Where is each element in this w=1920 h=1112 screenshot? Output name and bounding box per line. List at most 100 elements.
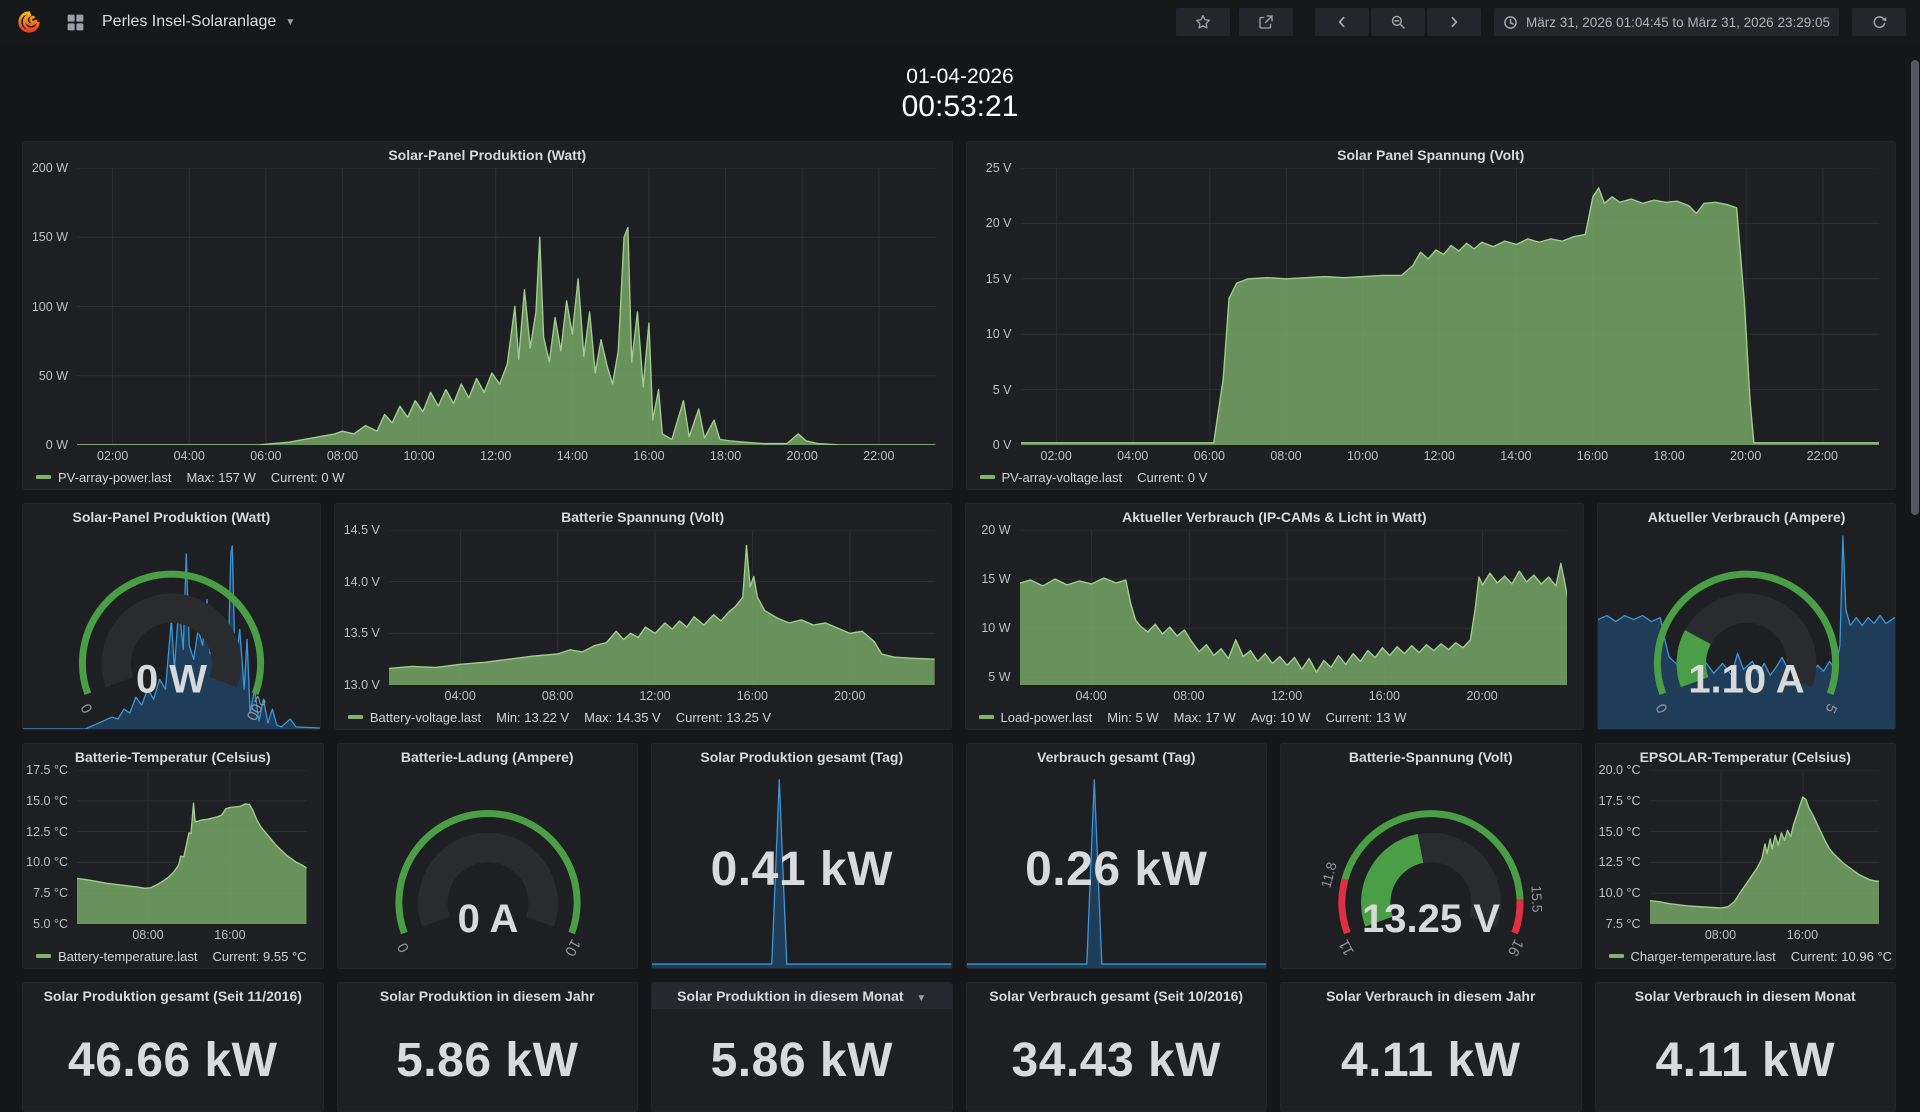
y-tick-label: 14.5 V xyxy=(343,523,380,537)
panel-title[interactable]: Aktueller Verbrauch (Ampere) xyxy=(1598,504,1895,530)
panel-title[interactable]: Solar Produktion gesamt (Seit 11/2016) xyxy=(23,983,323,1009)
legend-stat: Avg: 10 W xyxy=(1250,709,1311,725)
panel-title[interactable]: Verbrauch gesamt (Tag) xyxy=(967,744,1267,770)
clock-time: 00:53:21 xyxy=(901,90,1019,123)
panel-solar-panel-produktion-watt: Solar-Panel Produktion (Watt) 0 W 50 W 100… xyxy=(22,141,953,490)
dashboard-row-1: Solar-Panel Produktion (Watt) 0 W 50 W 100… xyxy=(22,141,1896,490)
y-tick-label: 10 V xyxy=(985,327,1012,342)
panel-gauge-aktueller-verbrauch-ampere: Aktueller Verbrauch (Ampere) 0 5 1.10 A xyxy=(1597,503,1896,730)
dashboard-title-picker[interactable]: Perles Insel-Solaranlage ▼ xyxy=(102,13,295,31)
svg-text:13.25 V: 13.25 V xyxy=(1362,897,1500,941)
y-tick-label: 50 W xyxy=(38,368,68,383)
legend-series-name[interactable]: Charger-temperature.last xyxy=(1631,949,1776,964)
panel-title[interactable]: Batterie-Spannung (Volt) xyxy=(1281,744,1581,770)
x-tick-label: 06:00 xyxy=(250,449,282,463)
x-axis: 04:00 08:00 12:00 16:00 20:00 xyxy=(1020,685,1568,705)
scrollbar-thumb[interactable] xyxy=(1911,60,1919,515)
stat-value: 46.66 kW xyxy=(68,1033,278,1087)
svg-text:0 A: 0 A xyxy=(457,897,518,941)
panel-menu-caret-icon[interactable]: ▼ xyxy=(916,993,926,1004)
time-range-picker[interactable]: März 31, 2026 01:04:45 to März 31, 2026 … xyxy=(1494,8,1839,36)
legend: Battery-temperature.last Current: 9.55 °C xyxy=(23,944,323,968)
chart-plot[interactable] xyxy=(1020,168,1879,445)
x-tick-label: 16:00 xyxy=(633,449,665,463)
chart: 0 V 5 V 10 V 15 V 20 V 25 V 02:00 04:00 06:00 08… xyxy=(967,161,1896,465)
chart-plot[interactable] xyxy=(1649,770,1879,924)
star-dashboard-button[interactable] xyxy=(1176,8,1231,36)
y-tick-label: 12.5 °C xyxy=(1598,855,1641,870)
grafana-logo-icon[interactable] xyxy=(14,7,44,37)
svg-text:0: 0 xyxy=(78,701,97,716)
panel-title[interactable]: Solar-Panel Produktion (Watt) xyxy=(23,504,320,530)
x-axis: 04:00 08:00 12:00 16:00 20:00 xyxy=(389,685,935,705)
x-axis: 08:00 16:00 xyxy=(1650,924,1880,944)
chart: 0 W 50 W 100 W 150 W 200 W 02:00 04:00 06:00 08… xyxy=(23,161,952,465)
legend-series-name[interactable]: PV-array-voltage.last xyxy=(1002,470,1123,485)
svg-text:1.10 A: 1.10 A xyxy=(1688,658,1804,702)
y-tick-label: 15.0 °C xyxy=(1598,824,1641,839)
legend-stat: Max: 14.35 V xyxy=(584,709,661,725)
legend-series-name[interactable]: Load-power.last xyxy=(1001,710,1093,725)
y-tick-label: 10 W xyxy=(981,621,1011,636)
x-tick-label: 16:00 xyxy=(1368,689,1400,703)
x-tick-label: 06:00 xyxy=(1193,449,1225,463)
svg-text:0: 0 xyxy=(1653,701,1672,716)
panel-title[interactable]: Solar Produktion in diesem Monat ▼ xyxy=(652,983,952,1009)
top-navbar: Perles Insel-Solaranlage ▼ März 31, 2026… xyxy=(0,0,1920,44)
panel-stat-solar-produktion-gesamt: Solar Produktion gesamt (Seit 11/2016) 4… xyxy=(22,982,324,1112)
chart-plot[interactable] xyxy=(1019,530,1568,685)
legend-series-name[interactable]: PV-array-power.last xyxy=(58,470,171,485)
apps-grid-icon[interactable] xyxy=(60,7,90,37)
time-shift-forward-button[interactable] xyxy=(1427,8,1482,36)
refresh-button[interactable] xyxy=(1852,8,1906,36)
chevron-down-icon: ▼ xyxy=(285,16,296,28)
chart-plot[interactable] xyxy=(77,770,307,924)
legend-stat: Current: 10.96 °C xyxy=(1790,948,1893,964)
legend-series-name[interactable]: Battery-temperature.last xyxy=(58,949,197,964)
share-dashboard-button[interactable] xyxy=(1239,8,1294,36)
panel-title[interactable]: Solar Verbrauch gesamt (Seit 10/2016) xyxy=(967,983,1267,1009)
panel-title[interactable]: Solar Verbrauch in diesem Jahr xyxy=(1281,983,1581,1009)
clock-date: 01-04-2026 xyxy=(906,65,1014,88)
stat-body: 46.66 kW xyxy=(23,1009,323,1111)
panel-aktueller-verbrauch-watt: Aktueller Verbrauch (IP-CAMs & Licht in … xyxy=(964,503,1585,730)
panel-title[interactable]: Batterie-Ladung (Ampere) xyxy=(338,744,638,770)
y-tick-label: 20.0 °C xyxy=(1598,763,1641,777)
chart-plot[interactable] xyxy=(388,530,935,685)
panel-solar-panel-spannung-volt: Solar Panel Spannung (Volt) 0 V 5 V 10 V 15… xyxy=(965,141,1896,490)
panel-title[interactable]: Solar Verbrauch in diesem Monat xyxy=(1596,983,1896,1009)
x-tick-label: 10:00 xyxy=(1346,449,1379,463)
x-tick-label: 04:00 xyxy=(444,689,476,703)
chart-plot[interactable] xyxy=(77,168,936,445)
y-tick-label: 0 W xyxy=(45,438,68,452)
svg-text:11.8: 11.8 xyxy=(1317,860,1339,890)
x-tick-label: 12:00 xyxy=(639,689,671,703)
panel-title[interactable]: Aktueller Verbrauch (IP-CAMs & Licht in … xyxy=(966,504,1584,530)
legend-series-name[interactable]: Battery-voltage.last xyxy=(370,710,481,725)
panel-title[interactable]: Solar Produktion in diesem Jahr xyxy=(338,983,638,1009)
legend-stat: Max: 157 W xyxy=(186,469,256,485)
legend-swatch xyxy=(36,475,51,479)
x-axis: 02:00 04:00 06:00 08:00 10:00 12:00 14:00 16:00… xyxy=(77,445,936,465)
time-shift-back-button[interactable] xyxy=(1315,8,1370,36)
legend-stat: Current: 13.25 V xyxy=(675,709,772,725)
panel-title[interactable]: Solar-Panel Produktion (Watt) xyxy=(23,142,952,168)
y-tick-label: 150 W xyxy=(31,230,68,245)
x-tick-label: 20:00 xyxy=(786,449,818,463)
stat-value: 4.11 kW xyxy=(1655,1033,1836,1087)
x-tick-label: 18:00 xyxy=(709,449,742,463)
x-tick-label: 02:00 xyxy=(96,449,129,463)
zoom-out-button[interactable] xyxy=(1371,8,1426,36)
legend-swatch xyxy=(1608,954,1624,958)
chart: 7.5 °C 10.0 °C 12.5 °C 15.0 °C 17.5 °C 20.0 °… xyxy=(1596,763,1896,944)
y-axis: 5.0 °C 7.5 °C 10.0 °C 12.5 °C 15.0 °C 17.5 °C xyxy=(23,763,77,931)
panel-title[interactable]: Batterie Spannung (Volt) xyxy=(335,504,951,530)
legend-stat: Max: 17 W xyxy=(1173,709,1236,725)
panel-title[interactable]: Solar Produktion gesamt (Tag) xyxy=(652,744,952,770)
panel-batterie-temperatur: Batterie-Temperatur (Celsius) 5.0 °C 7.5 … xyxy=(22,743,324,969)
legend: PV-array-voltage.last Current: 0 V xyxy=(967,465,1896,489)
legend-stat: Min: 13.22 V xyxy=(496,709,570,725)
panel-title[interactable]: Solar Panel Spannung (Volt) xyxy=(967,142,1896,168)
legend-swatch xyxy=(978,715,994,719)
y-axis: 0 W 50 W 100 W 150 W 200 W xyxy=(23,161,77,452)
